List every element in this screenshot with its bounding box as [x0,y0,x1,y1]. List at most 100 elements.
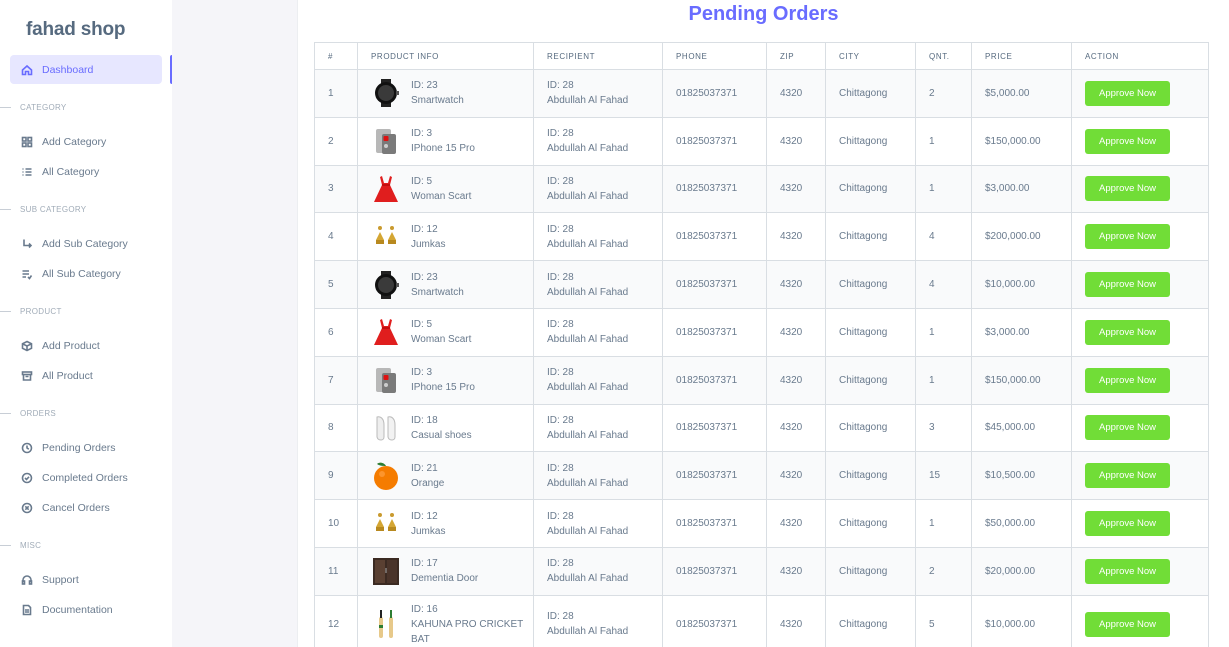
recipient-id: ID: 28 [547,414,574,426]
phone: 01825037371 [662,546,767,596]
sidebar-item-support[interactable]: Support [10,565,162,594]
quantity: 1 [915,164,972,214]
recipient-id: ID: 28 [547,611,574,623]
section-category: CATEGORY [0,103,67,112]
recipient-name: Abdullah Al Fahad [547,382,629,394]
city: Chittagong [825,451,916,501]
product-info: ID: 16 KAHUNA PRO CRICKET BAT [357,594,534,647]
city: Chittagong [825,307,916,357]
recipient: ID: 28 Abdullah Al Fahad [533,355,663,405]
approve-now-button[interactable]: Approve Now [1085,511,1171,537]
recipient-name: Abdullah Al Fahad [547,573,629,585]
quantity: 1 [915,355,972,405]
recipient-id: ID: 28 [547,271,574,283]
table-row: 9 ID: 21 Orange ID: 28 Abdullah Al Fahad… [314,451,1209,501]
approve-now-button[interactable]: Approve Now [1085,611,1171,637]
shoes-image [371,413,401,443]
product-info: ID: 5 Woman Scart [357,164,534,214]
approve-now-button[interactable]: Approve Now [1085,128,1171,154]
sidebar-item-all-category[interactable]: All Category [10,157,162,186]
recipient: ID: 28 Abdullah Al Fahad [533,403,663,453]
recipient-id: ID: 28 [547,510,574,522]
recipient-name: Abdullah Al Fahad [547,143,629,155]
sidebar-item-cancel-orders[interactable]: Cancel Orders [10,493,162,522]
product-id: ID: 5 [411,319,433,331]
order-number: 5 [314,260,358,309]
approve-now-button[interactable]: Approve Now [1085,367,1171,393]
price: $50,000.00 [971,499,1072,548]
sidebar-item-documentation[interactable]: Documentation [10,595,162,624]
sidebar-item-all-product[interactable]: All Product [10,361,162,390]
sidebar-item-label: Completed Orders [42,471,128,484]
phone: 01825037371 [662,594,767,647]
sidebar-item-label: Cancel Orders [42,501,110,514]
product-name: IPhone 15 Pro [411,382,475,394]
approve-now-button[interactable]: Approve Now [1085,463,1171,489]
product-name: Dementia Door [411,573,479,585]
product-info: ID: 18 Casual shoes [357,403,534,453]
column-header: ZIP [766,42,826,70]
sidebar-item-completed-orders[interactable]: Completed Orders [10,463,162,492]
pending-orders-table: # PRODUCT INFO RECIPIENT PHONE ZIP CITY … [314,42,1209,647]
approve-now-button[interactable]: Approve Now [1085,224,1171,250]
check-circle-icon [21,472,33,484]
recipient: ID: 28 Abdullah Al Fahad [533,69,663,118]
product-id: ID: 5 [411,175,433,187]
table-row: 12 ID: 16 KAHUNA PRO CRICKET BAT ID: 28 … [314,594,1209,647]
recipient-id: ID: 28 [547,80,574,92]
phone: 01825037371 [662,355,767,405]
approve-now-button[interactable]: Approve Now [1085,80,1171,106]
smartwatch-image [371,270,401,300]
earrings-image [371,222,401,252]
sidebar-item-label: Documentation [42,603,113,616]
recipient-id: ID: 28 [547,367,574,379]
recipient-id: ID: 28 [547,319,574,331]
order-number: 12 [314,594,358,647]
sidebar-item-add-sub-category[interactable]: Add Sub Category [10,229,162,258]
column-header: PHONE [662,42,767,70]
approve-now-button[interactable]: Approve Now [1085,558,1171,584]
sidebar-item-label: Dashboard [42,63,94,76]
zip: 4320 [766,164,826,214]
recipient: ID: 28 Abdullah Al Fahad [533,499,663,548]
sidebar-item-add-product[interactable]: Add Product [10,331,162,360]
product-id: ID: 23 [411,271,438,283]
action-cell: Approve Now [1071,212,1209,262]
quantity: 2 [915,69,972,118]
sidebar-item-label: Support [42,573,79,586]
product-id: ID: 23 [411,80,438,92]
list-check-icon [21,268,33,280]
zip: 4320 [766,499,826,548]
approve-now-button[interactable]: Approve Now [1085,319,1171,345]
phone: 01825037371 [662,451,767,501]
sidebar-item-add-category[interactable]: Add Category [10,127,162,156]
column-header: QNT. [915,42,972,70]
approve-now-button[interactable]: Approve Now [1085,176,1171,202]
orders-card: Pending Orders # PRODUCT INFO RECIPIENT … [297,0,1229,647]
recipient-name: Abdullah Al Fahad [547,190,629,202]
sidebar-item-label: All Category [42,165,100,178]
sidebar: fahad shop Dashboard CATEGORY Add Catego… [0,0,172,647]
action-cell: Approve Now [1071,594,1209,647]
sidebar-item-pending-orders[interactable]: Pending Orders [10,433,162,462]
sidebar-item-dashboard[interactable]: Dashboard [10,55,162,84]
phone: 01825037371 [662,212,767,262]
city: Chittagong [825,546,916,596]
column-header: PRICE [971,42,1072,70]
recipient-id: ID: 28 [547,128,574,140]
approve-now-button[interactable]: Approve Now [1085,272,1171,298]
price: $3,000.00 [971,307,1072,357]
brand-logo[interactable]: fahad shop [26,19,126,41]
approve-now-button[interactable]: Approve Now [1085,415,1171,441]
price: $200,000.00 [971,212,1072,262]
quantity: 4 [915,260,972,309]
table-row: 11 ID: 17 Dementia Door ID: 28 Abdullah … [314,546,1209,596]
recipient-id: ID: 28 [547,558,574,570]
action-cell: Approve Now [1071,260,1209,309]
sidebar-item-all-sub-category[interactable]: All Sub Category [10,259,162,288]
product-name: Smartwatch [411,286,464,298]
sidebar-item-label: All Product [42,369,93,382]
order-number: 3 [314,164,358,214]
product-name: IPhone 15 Pro [411,143,475,155]
zip: 4320 [766,307,826,357]
